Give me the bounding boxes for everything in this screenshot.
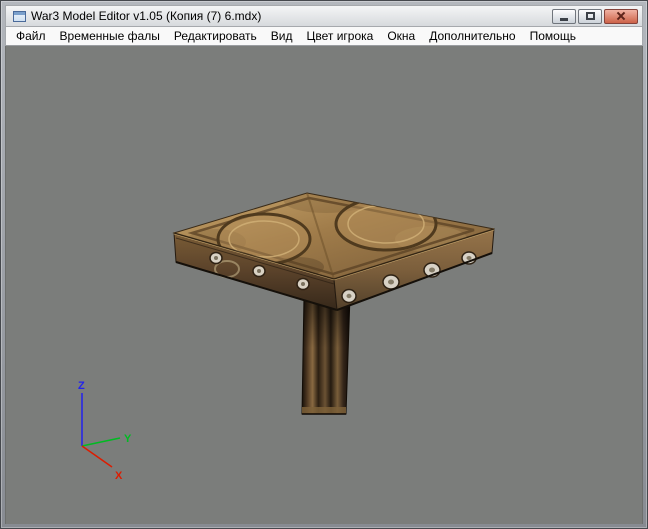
minimize-button[interactable] (552, 8, 576, 24)
menu-edit[interactable]: Редактировать (167, 27, 264, 45)
model-scene: Z Y X (78, 192, 495, 482)
maximize-button[interactable] (578, 8, 602, 24)
carved-circle-right (334, 196, 438, 252)
window-controls (552, 8, 638, 24)
menu-help[interactable]: Помощь (523, 27, 583, 45)
window-title: War3 Model Editor v1.05 (Копия (7) 6.mdx… (31, 9, 262, 23)
menu-temp-files[interactable]: Временные фалы (53, 27, 167, 45)
close-button[interactable] (604, 8, 638, 24)
minimize-icon (560, 18, 568, 21)
rosette-emblem (341, 288, 357, 304)
close-icon (616, 11, 626, 21)
menu-extras[interactable]: Дополнительно (422, 27, 522, 45)
z-axis-label: Z (78, 380, 85, 392)
x-axis-line (81, 445, 113, 468)
y-axis-label: Y (124, 433, 132, 445)
stud-emblem (209, 251, 223, 265)
menu-windows[interactable]: Окна (380, 27, 422, 45)
menubar: Файл Временные фалы Редактировать Вид Цв… (5, 27, 643, 46)
stud-emblem (296, 277, 310, 291)
axis-gizmo: Z Y X (78, 380, 132, 482)
stud-emblem (252, 264, 266, 278)
titlebar[interactable]: War3 Model Editor v1.05 (Копия (7) 6.mdx… (5, 5, 643, 27)
rosette-emblem (382, 274, 400, 290)
table-leg (301, 295, 351, 415)
app-icon (13, 10, 26, 22)
maximize-icon (585, 12, 595, 20)
viewport-3d[interactable]: Z Y X (5, 46, 643, 524)
menu-player-color[interactable]: Цвет игрока (299, 27, 380, 45)
app-window: War3 Model Editor v1.05 (Копия (7) 6.mdx… (0, 0, 648, 529)
menu-view[interactable]: Вид (264, 27, 300, 45)
menu-file[interactable]: Файл (9, 27, 53, 45)
y-axis-line (81, 437, 121, 447)
x-axis-label: X (115, 470, 123, 482)
